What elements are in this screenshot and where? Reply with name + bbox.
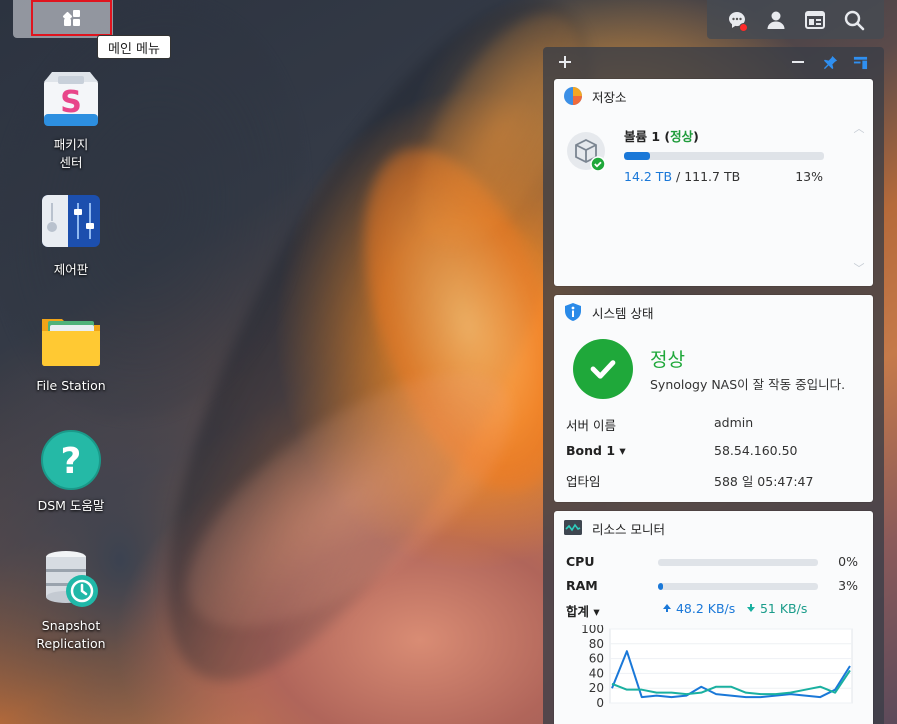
row-value: 58.54.160.50 [714, 443, 798, 458]
upload-rate: 48.2 KB/s [662, 601, 735, 616]
network-total-dropdown[interactable]: 합계 ▾ [566, 601, 600, 620]
server-name-row: 서버 이름 admin [566, 415, 856, 435]
cpu-usage-bar [658, 559, 818, 566]
ram-label: RAM [566, 578, 598, 593]
resource-monitor-widget: 리소스 모니터 CPU 0% RAM 3% 합계 ▾ 48.2 KB/s 51 [554, 511, 873, 724]
desktop-item-label: 패키지 센터 [53, 137, 89, 170]
download-rate: 51 KB/s [746, 601, 807, 616]
desktop-item-label: File Station [36, 378, 106, 393]
volume-used: 14.2 TB [624, 169, 673, 184]
volume-status: 정상 [670, 129, 694, 144]
y-tick-label: 60 [589, 652, 604, 666]
resource-monitor-widget-title: 리소스 모니터 [554, 511, 873, 545]
volume-usage-bar [624, 152, 824, 160]
pin-icon[interactable] [821, 53, 839, 71]
chart-plot-area [609, 628, 853, 704]
folder-icon [40, 309, 102, 371]
desktop-item-label: 제어판 [53, 262, 89, 277]
chat-icon[interactable] [724, 7, 750, 33]
y-tick-label: 80 [589, 637, 604, 651]
minimize-icon[interactable] [789, 53, 807, 71]
bond-row[interactable]: Bond 1 ▾ 58.54.160.50 [566, 443, 856, 463]
system-status-widget: 시스템 상태 정상 Synology NAS이 잘 작동 중입니다. 서버 이름… [554, 295, 873, 502]
volume-usage-fill [624, 152, 650, 160]
cpu-row: CPU 0% [566, 554, 862, 572]
storage-title: 저장소 [592, 89, 627, 105]
row-value: 588 일 05:47:47 [714, 474, 814, 489]
desktop-item-dsm-help[interactable]: ? DSM 도움말 [6, 429, 136, 515]
snapshot-replication-icon [40, 549, 102, 611]
control-panel-icon [40, 193, 102, 255]
y-tick-label: 0 [596, 696, 604, 710]
svg-text:?: ? [61, 441, 82, 482]
network-chart: 100806040200 [581, 625, 853, 710]
widget-panel: 저장소 ︿ 볼륨 1 (정상) 14.2 TB / 111.7 TB 13% ﹀ [543, 47, 884, 724]
volume-icon [566, 131, 606, 172]
panel-layout-icon[interactable] [851, 53, 869, 71]
desktop-item-label: DSM 도움말 [37, 498, 105, 513]
bond-dropdown[interactable]: Bond 1 ▾ [566, 443, 626, 458]
desktop-item-package-center[interactable]: S 패키지 센터 [6, 68, 136, 172]
row-key: 업타임 [566, 474, 601, 489]
row-value: admin [714, 415, 754, 430]
add-widget-icon[interactable] [556, 53, 574, 71]
package-center-icon: S [40, 68, 102, 130]
help-icon: ? [40, 429, 102, 491]
status-ok-icon [573, 339, 633, 399]
volume-usage-percent: 13% [795, 169, 823, 184]
y-tick-label: 40 [589, 666, 604, 680]
y-tick-label: 20 [589, 681, 604, 695]
system-status-text: 정상 [650, 349, 685, 371]
uptime-row: 업타임 588 일 05:47:47 [566, 471, 856, 491]
volume-name: 볼륨 1 (정상) [624, 129, 699, 144]
upload-arrow-icon [663, 604, 671, 612]
search-icon[interactable] [841, 7, 867, 33]
ram-percent: 3% [838, 578, 858, 593]
desktop-item-label: Snapshot Replication [36, 618, 106, 651]
storage-widget-title: 저장소 [554, 79, 873, 113]
volume-total: 111.7 TB [684, 169, 741, 184]
svg-text:S: S [60, 85, 82, 120]
cpu-label: CPU [566, 554, 595, 569]
main-menu-tooltip: 메인 메뉴 [97, 35, 171, 59]
monitor-icon [564, 520, 582, 535]
scroll-down-icon[interactable]: ﹀ [853, 263, 865, 275]
desktop-item-file-station[interactable]: File Station [6, 309, 136, 395]
main-menu-icon [62, 10, 80, 26]
row-key: 서버 이름 [566, 418, 616, 433]
cpu-percent: 0% [838, 554, 858, 569]
desktop-item-snapshot-replication[interactable]: Snapshot Replication [6, 549, 136, 653]
widgets-icon[interactable] [802, 7, 828, 33]
desktop-item-control-panel[interactable]: 제어판 [6, 193, 136, 279]
scroll-up-icon[interactable]: ︿ [853, 123, 865, 135]
storage-widget: 저장소 ︿ 볼륨 1 (정상) 14.2 TB / 111.7 TB 13% ﹀ [554, 79, 873, 286]
taskbar-right [707, 0, 884, 39]
notification-badge [738, 22, 748, 32]
system-status-title: 시스템 상태 [592, 305, 654, 321]
main-menu-button[interactable] [31, 0, 112, 36]
download-arrow-icon [747, 604, 755, 612]
pie-chart-icon [564, 87, 582, 105]
ram-usage-fill [658, 583, 663, 590]
user-icon[interactable] [763, 7, 789, 33]
system-status-description: Synology NAS이 잘 작동 중입니다. [650, 377, 846, 392]
volume-usage-text: 14.2 TB / 111.7 TB [624, 169, 741, 184]
resource-monitor-title: 리소스 모니터 [592, 521, 665, 537]
ram-row: RAM 3% [566, 578, 862, 596]
info-shield-icon [565, 303, 581, 321]
ram-usage-bar [658, 583, 818, 590]
y-tick-label: 100 [581, 625, 604, 636]
widget-panel-header [543, 47, 884, 77]
system-status-widget-title: 시스템 상태 [554, 295, 873, 329]
